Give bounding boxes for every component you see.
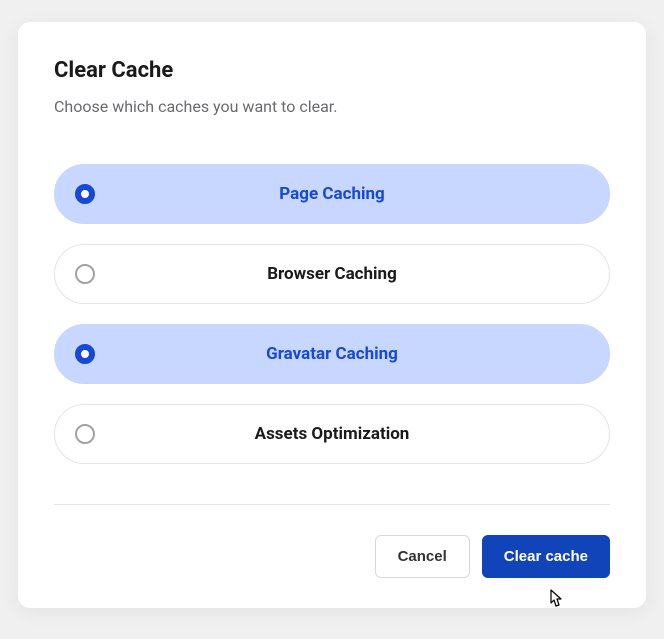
option-assets-optimization[interactable]: Assets Optimization: [54, 404, 610, 464]
option-label: Assets Optimization: [111, 424, 553, 444]
option-browser-caching[interactable]: Browser Caching: [54, 244, 610, 304]
radio-icon: [75, 184, 95, 204]
modal-actions: Cancel Clear cache: [54, 535, 610, 578]
modal-subtitle: Choose which caches you want to clear.: [54, 97, 610, 116]
cancel-button[interactable]: Cancel: [375, 535, 470, 578]
modal-title: Clear Cache: [54, 58, 610, 83]
option-label: Page Caching: [111, 184, 553, 204]
radio-icon: [75, 344, 95, 364]
clear-cache-modal: Clear Cache Choose which caches you want…: [18, 22, 646, 608]
radio-icon: [75, 424, 95, 444]
radio-icon: [75, 264, 95, 284]
option-label: Gravatar Caching: [111, 344, 553, 364]
clear-cache-button[interactable]: Clear cache: [482, 535, 610, 578]
option-label: Browser Caching: [111, 264, 553, 284]
option-page-caching[interactable]: Page Caching: [54, 164, 610, 224]
option-gravatar-caching[interactable]: Gravatar Caching: [54, 324, 610, 384]
divider: [54, 504, 610, 505]
cache-options-list: Page Caching Browser Caching Gravatar Ca…: [54, 164, 610, 464]
